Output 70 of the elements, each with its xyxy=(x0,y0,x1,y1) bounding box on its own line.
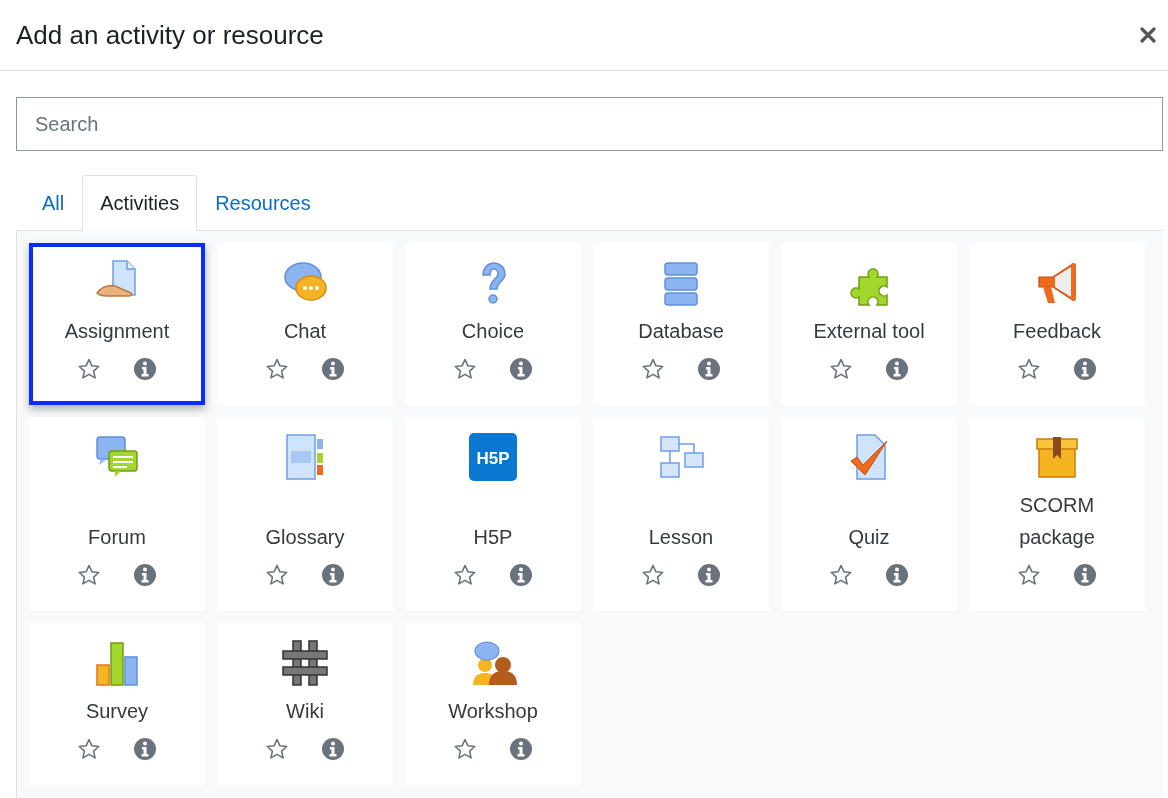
info-icon[interactable] xyxy=(321,563,345,587)
info-icon[interactable] xyxy=(133,563,157,587)
tab[interactable]: Resources xyxy=(197,175,329,231)
activity-tile[interactable]: Choice xyxy=(405,243,581,405)
info-icon[interactable] xyxy=(133,357,157,381)
activity-tile[interactable]: Wiki xyxy=(217,623,393,785)
star-icon[interactable] xyxy=(265,563,289,587)
bar-chart-icon xyxy=(93,639,141,687)
star-icon[interactable] xyxy=(265,737,289,761)
star-icon[interactable] xyxy=(265,357,289,381)
star-icon[interactable] xyxy=(77,737,101,761)
info-icon[interactable] xyxy=(697,563,721,587)
activity-label: SCORM package xyxy=(1018,493,1096,550)
star-icon[interactable] xyxy=(641,357,665,381)
info-icon[interactable] xyxy=(1073,357,1097,381)
info-icon[interactable] xyxy=(885,563,909,587)
info-icon[interactable] xyxy=(885,357,909,381)
star-icon[interactable] xyxy=(453,563,477,587)
info-icon[interactable] xyxy=(509,563,533,587)
star-icon[interactable] xyxy=(77,357,101,381)
activity-label: Survey xyxy=(85,699,149,724)
flowchart-icon xyxy=(657,433,705,481)
activity-label: Workshop xyxy=(448,699,538,724)
activity-tile[interactable]: H5P H5P xyxy=(405,417,581,611)
activity-label: External tool xyxy=(813,319,925,344)
activity-tile[interactable]: Forum xyxy=(29,417,205,611)
activity-label: Choice xyxy=(461,319,525,344)
info-icon[interactable] xyxy=(697,357,721,381)
dialog-title: Add an activity or resource xyxy=(16,19,324,51)
star-icon[interactable] xyxy=(829,563,853,587)
star-icon[interactable] xyxy=(829,357,853,381)
close-icon xyxy=(1140,27,1156,43)
activity-tile[interactable]: SCORM package xyxy=(969,417,1145,611)
info-icon[interactable] xyxy=(1073,563,1097,587)
star-icon[interactable] xyxy=(641,563,665,587)
activity-tile[interactable]: Feedback xyxy=(969,243,1145,405)
activity-tile[interactable]: Survey xyxy=(29,623,205,785)
info-icon[interactable] xyxy=(509,737,533,761)
star-icon[interactable] xyxy=(453,357,477,381)
activity-tile[interactable]: External tool xyxy=(781,243,957,405)
activity-label: Lesson xyxy=(648,525,714,550)
activity-label: Forum xyxy=(88,525,146,550)
star-icon[interactable] xyxy=(453,737,477,761)
star-icon[interactable] xyxy=(1017,563,1041,587)
activity-label: Database xyxy=(638,319,724,344)
tab[interactable]: All xyxy=(24,175,83,231)
activity-label: H5P xyxy=(473,525,513,550)
search-field[interactable]: Search xyxy=(16,97,1163,151)
activity-tile[interactable]: Chat xyxy=(217,243,393,405)
activity-tile[interactable]: Workshop xyxy=(405,623,581,785)
star-icon[interactable] xyxy=(77,563,101,587)
tab[interactable]: Activities xyxy=(82,175,198,231)
activity-tile[interactable]: Assignment xyxy=(29,243,205,405)
info-icon[interactable] xyxy=(321,737,345,761)
activity-label: Quiz xyxy=(848,525,890,550)
star-icon[interactable] xyxy=(1017,357,1041,381)
info-icon[interactable] xyxy=(321,357,345,381)
activity-label: Assignment xyxy=(64,319,170,344)
activity-tile[interactable]: Quiz xyxy=(781,417,957,611)
activity-label: Wiki xyxy=(286,699,324,724)
info-icon[interactable] xyxy=(509,357,533,381)
activity-tile[interactable]: Glossary xyxy=(217,417,393,611)
activity-tile[interactable]: Database xyxy=(593,243,769,405)
activity-label: Feedback xyxy=(1013,319,1101,344)
logo-text: H5P xyxy=(476,449,510,468)
hash-grid-icon xyxy=(281,639,329,687)
info-icon[interactable] xyxy=(133,737,157,761)
activity-tile[interactable]: Lesson xyxy=(593,417,769,611)
activity-label: Chat xyxy=(283,319,327,344)
activity-label: Glossary xyxy=(265,525,345,550)
